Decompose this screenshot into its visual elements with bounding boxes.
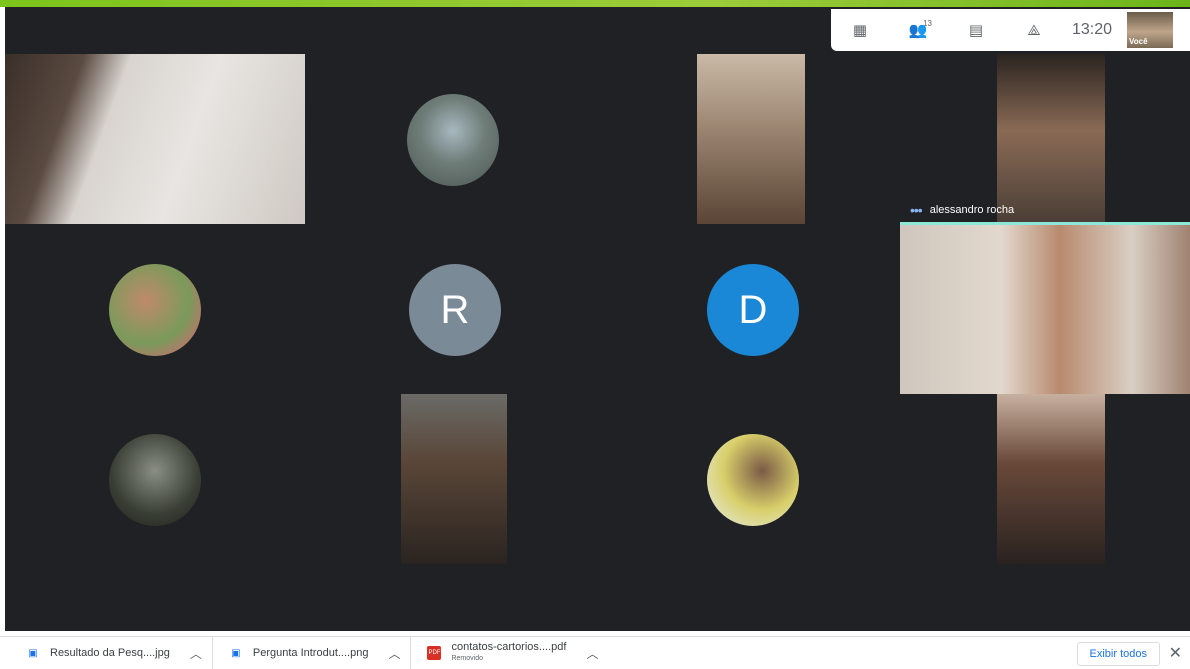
- image-file-icon: ▣: [231, 647, 241, 659]
- participant-tile-r3c1[interactable]: [5, 394, 305, 564]
- participant-avatar: [707, 434, 799, 526]
- download-status: Removido: [451, 655, 483, 662]
- grid-layout-icon: ▦: [852, 22, 868, 39]
- clock: 13:20: [1071, 21, 1113, 38]
- chat-icon: ▤: [968, 22, 984, 39]
- participant-tile-r2c3[interactable]: D: [602, 224, 900, 394]
- participant-video: [900, 225, 1190, 394]
- participant-tile-r1c3[interactable]: [602, 54, 900, 224]
- pdf-file-icon: PDF: [427, 646, 442, 660]
- participants-button[interactable]: 👥 13: [889, 9, 947, 51]
- self-view-label: Você: [1129, 37, 1148, 46]
- chat-button[interactable]: ▤: [947, 9, 1005, 51]
- shapes-icon: ⟁: [1027, 21, 1041, 39]
- download-filename: contatos-cartorios....pdf: [451, 641, 567, 653]
- chevron-up-icon[interactable]: ︿: [190, 645, 202, 662]
- avatar-initial: R: [440, 287, 470, 332]
- layout-button[interactable]: ▦: [831, 9, 889, 51]
- audio-indicator-icon: •••: [910, 202, 923, 218]
- participant-tile-r3c4[interactable]: [900, 394, 1190, 564]
- participant-tile-r3c2[interactable]: [305, 394, 602, 564]
- participant-video: [997, 394, 1105, 564]
- close-icon[interactable]: ✕: [1169, 643, 1182, 663]
- participant-avatar-letter: D: [707, 264, 799, 356]
- meeting-grid: ••• alessandro rocha R D: [5, 7, 1190, 631]
- download-item[interactable]: ▣ Resultado da Pesq....jpg ︿: [0, 637, 213, 669]
- participant-avatar: [109, 434, 201, 526]
- meeting-toolbar: ▦ 👥 13 ▤ ⟁ 13:20 Você: [831, 9, 1190, 51]
- show-all-button[interactable]: Exibir todos: [1076, 642, 1160, 666]
- download-item[interactable]: PDF contatos-cartorios....pdf Removido ︿: [411, 637, 608, 669]
- image-file-icon: ▣: [28, 647, 38, 659]
- self-view-thumbnail[interactable]: Você: [1127, 12, 1173, 48]
- download-filename: Resultado da Pesq....jpg: [50, 647, 170, 659]
- browser-accent-stripe: [0, 0, 1190, 7]
- avatar-initial: D: [738, 287, 768, 332]
- activities-button[interactable]: ⟁: [1005, 9, 1063, 51]
- download-bar: ▣ Resultado da Pesq....jpg ︿ ▣ Pergunta …: [0, 636, 1190, 669]
- participant-tile-r2c2[interactable]: R: [305, 224, 602, 394]
- download-filename: Pergunta Introdut....png: [252, 647, 369, 659]
- participant-video: [5, 54, 305, 224]
- chevron-up-icon[interactable]: ︿: [388, 645, 400, 662]
- participant-tile-r1c1[interactable]: [5, 54, 305, 224]
- chevron-up-icon[interactable]: ︿: [586, 645, 598, 662]
- participant-tile-r1c4[interactable]: ••• alessandro rocha: [900, 54, 1190, 224]
- participant-avatar-letter: R: [409, 264, 501, 356]
- participant-avatar: [407, 94, 499, 186]
- participant-avatar: [109, 264, 201, 356]
- participant-tile-r2c1[interactable]: [5, 224, 305, 394]
- participant-tile-r1c2[interactable]: [305, 54, 602, 224]
- participant-video: [401, 394, 507, 564]
- participant-tile-r3c3[interactable]: [602, 394, 900, 564]
- participant-video: [997, 54, 1105, 224]
- participant-tile-r2c4-active[interactable]: [900, 222, 1190, 394]
- participant-video: [697, 54, 805, 224]
- participant-name-tag: ••• alessandro rocha: [910, 202, 1014, 218]
- download-item[interactable]: ▣ Pergunta Introdut....png ︿: [213, 637, 412, 669]
- participants-count: 13: [923, 19, 932, 28]
- participant-name: alessandro rocha: [929, 204, 1015, 216]
